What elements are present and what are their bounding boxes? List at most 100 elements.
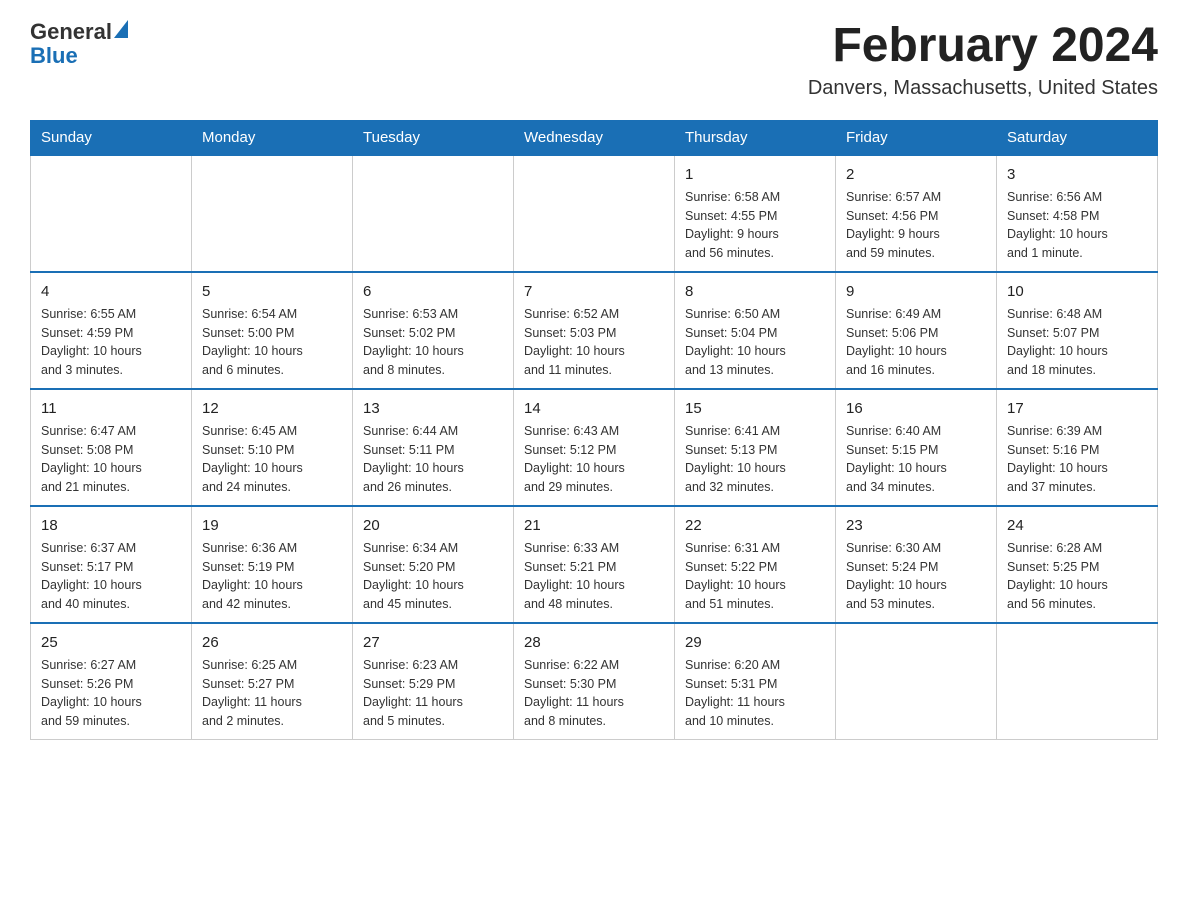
calendar-cell xyxy=(514,155,675,272)
calendar-cell: 3 Sunrise: 6:56 AM Sunset: 4:58 PM Daylig… xyxy=(997,155,1158,272)
calendar-cell: 16Sunrise: 6:40 AM Sunset: 5:15 PM Dayli… xyxy=(836,389,997,506)
day-number: 15 xyxy=(685,398,825,419)
day-info: Sunrise: 6:23 AM Sunset: 5:29 PM Dayligh… xyxy=(363,656,503,731)
calendar-title: February 2024 xyxy=(808,20,1158,73)
day-info: Sunrise: 6:48 AM Sunset: 5:07 PM Dayligh… xyxy=(1007,305,1147,380)
day-info: Sunrise: 6:56 AM Sunset: 4:58 PM Dayligh… xyxy=(1007,188,1147,263)
calendar-table: SundayMondayTuesdayWednesdayThursdayFrid… xyxy=(30,120,1158,740)
day-info: Sunrise: 6:25 AM Sunset: 5:27 PM Dayligh… xyxy=(202,656,342,731)
calendar-cell: 20 Sunrise: 6:34 AM Sunset: 5:20 PM Dayli… xyxy=(353,506,514,623)
day-number: 6 xyxy=(363,281,503,302)
day-info: Sunrise: 6:41 AM Sunset: 5:13 PM Dayligh… xyxy=(685,422,825,497)
calendar-cell: 28 Sunrise: 6:22 AM Sunset: 5:30 PM Dayli… xyxy=(514,623,675,740)
day-number: 27 xyxy=(363,632,503,653)
day-number: 13 xyxy=(363,398,503,419)
calendar-cell: 12 Sunrise: 6:45 AM Sunset: 5:10 PM Dayli… xyxy=(192,389,353,506)
calendar-cell: 29 Sunrise: 6:20 AM Sunset: 5:31 PM Dayli… xyxy=(675,623,836,740)
day-info: Sunrise: 6:30 AM Sunset: 5:24 PM Dayligh… xyxy=(846,539,986,614)
logo-general: General xyxy=(30,20,112,44)
logo: General Blue xyxy=(30,20,128,68)
day-info: Sunrise: 6:54 AM Sunset: 5:00 PM Dayligh… xyxy=(202,305,342,380)
day-number: 1 xyxy=(685,164,825,185)
calendar-cell: 13 Sunrise: 6:44 AM Sunset: 5:11 PM Dayli… xyxy=(353,389,514,506)
calendar-cell: 8Sunrise: 6:50 AM Sunset: 5:04 PM Daylig… xyxy=(675,272,836,389)
calendar-cell: 7Sunrise: 6:52 AM Sunset: 5:03 PM Daylig… xyxy=(514,272,675,389)
day-info: Sunrise: 6:22 AM Sunset: 5:30 PM Dayligh… xyxy=(524,656,664,731)
calendar-cell: 21 Sunrise: 6:33 AM Sunset: 5:21 PM Dayli… xyxy=(514,506,675,623)
day-info: Sunrise: 6:33 AM Sunset: 5:21 PM Dayligh… xyxy=(524,539,664,614)
day-info: Sunrise: 6:58 AM Sunset: 4:55 PM Dayligh… xyxy=(685,188,825,263)
calendar-cell: 25Sunrise: 6:27 AM Sunset: 5:26 PM Dayli… xyxy=(31,623,192,740)
day-info: Sunrise: 6:55 AM Sunset: 4:59 PM Dayligh… xyxy=(41,305,181,380)
calendar-cell xyxy=(836,623,997,740)
calendar-cell: 5Sunrise: 6:54 AM Sunset: 5:00 PM Daylig… xyxy=(192,272,353,389)
calendar-cell: 24 Sunrise: 6:28 AM Sunset: 5:25 PM Dayli… xyxy=(997,506,1158,623)
day-info: Sunrise: 6:53 AM Sunset: 5:02 PM Dayligh… xyxy=(363,305,503,380)
day-info: Sunrise: 6:27 AM Sunset: 5:26 PM Dayligh… xyxy=(41,656,181,731)
day-info: Sunrise: 6:39 AM Sunset: 5:16 PM Dayligh… xyxy=(1007,422,1147,497)
day-info: Sunrise: 6:34 AM Sunset: 5:20 PM Dayligh… xyxy=(363,539,503,614)
calendar-cell xyxy=(997,623,1158,740)
weekday-header-saturday: Saturday xyxy=(997,120,1158,155)
week-row-5: 25Sunrise: 6:27 AM Sunset: 5:26 PM Dayli… xyxy=(31,623,1158,740)
day-info: Sunrise: 6:28 AM Sunset: 5:25 PM Dayligh… xyxy=(1007,539,1147,614)
day-number: 26 xyxy=(202,632,342,653)
weekday-header-thursday: Thursday xyxy=(675,120,836,155)
calendar-cell: 19 Sunrise: 6:36 AM Sunset: 5:19 PM Dayli… xyxy=(192,506,353,623)
week-row-2: 4 Sunrise: 6:55 AM Sunset: 4:59 PM Daylig… xyxy=(31,272,1158,389)
weekday-header-row: SundayMondayTuesdayWednesdayThursdayFrid… xyxy=(31,120,1158,155)
calendar-cell: 2 Sunrise: 6:57 AM Sunset: 4:56 PM Daylig… xyxy=(836,155,997,272)
calendar-cell: 1 Sunrise: 6:58 AM Sunset: 4:55 PM Daylig… xyxy=(675,155,836,272)
calendar-cell: 18 Sunrise: 6:37 AM Sunset: 5:17 PM Dayli… xyxy=(31,506,192,623)
calendar-cell: 22 Sunrise: 6:31 AM Sunset: 5:22 PM Dayli… xyxy=(675,506,836,623)
day-number: 19 xyxy=(202,515,342,536)
calendar-cell: 9Sunrise: 6:49 AM Sunset: 5:06 PM Daylig… xyxy=(836,272,997,389)
day-number: 18 xyxy=(41,515,181,536)
day-number: 4 xyxy=(41,281,181,302)
day-number: 22 xyxy=(685,515,825,536)
day-number: 11 xyxy=(41,398,181,419)
day-number: 14 xyxy=(524,398,664,419)
calendar-cell: 26 Sunrise: 6:25 AM Sunset: 5:27 PM Dayli… xyxy=(192,623,353,740)
calendar-cell: 17 Sunrise: 6:39 AM Sunset: 5:16 PM Dayli… xyxy=(997,389,1158,506)
day-number: 2 xyxy=(846,164,986,185)
calendar-cell: 11 Sunrise: 6:47 AM Sunset: 5:08 PM Dayli… xyxy=(31,389,192,506)
day-number: 3 xyxy=(1007,164,1147,185)
day-info: Sunrise: 6:44 AM Sunset: 5:11 PM Dayligh… xyxy=(363,422,503,497)
weekday-header-friday: Friday xyxy=(836,120,997,155)
day-info: Sunrise: 6:36 AM Sunset: 5:19 PM Dayligh… xyxy=(202,539,342,614)
calendar-cell xyxy=(31,155,192,272)
calendar-cell: 23 Sunrise: 6:30 AM Sunset: 5:24 PM Dayli… xyxy=(836,506,997,623)
day-info: Sunrise: 6:31 AM Sunset: 5:22 PM Dayligh… xyxy=(685,539,825,614)
weekday-header-sunday: Sunday xyxy=(31,120,192,155)
day-number: 8 xyxy=(685,281,825,302)
day-number: 29 xyxy=(685,632,825,653)
calendar-cell: 14 Sunrise: 6:43 AM Sunset: 5:12 PM Dayli… xyxy=(514,389,675,506)
calendar-cell: 4 Sunrise: 6:55 AM Sunset: 4:59 PM Daylig… xyxy=(31,272,192,389)
day-number: 20 xyxy=(363,515,503,536)
day-info: Sunrise: 6:47 AM Sunset: 5:08 PM Dayligh… xyxy=(41,422,181,497)
day-number: 28 xyxy=(524,632,664,653)
day-number: 17 xyxy=(1007,398,1147,419)
day-info: Sunrise: 6:20 AM Sunset: 5:31 PM Dayligh… xyxy=(685,656,825,731)
day-number: 9 xyxy=(846,281,986,302)
calendar-cell: 15 Sunrise: 6:41 AM Sunset: 5:13 PM Dayli… xyxy=(675,389,836,506)
day-number: 23 xyxy=(846,515,986,536)
day-number: 21 xyxy=(524,515,664,536)
day-info: Sunrise: 6:37 AM Sunset: 5:17 PM Dayligh… xyxy=(41,539,181,614)
day-info: Sunrise: 6:40 AM Sunset: 5:15 PM Dayligh… xyxy=(846,422,986,497)
day-info: Sunrise: 6:43 AM Sunset: 5:12 PM Dayligh… xyxy=(524,422,664,497)
day-info: Sunrise: 6:57 AM Sunset: 4:56 PM Dayligh… xyxy=(846,188,986,263)
day-info: Sunrise: 6:45 AM Sunset: 5:10 PM Dayligh… xyxy=(202,422,342,497)
day-number: 24 xyxy=(1007,515,1147,536)
logo-blue: Blue xyxy=(30,43,78,68)
week-row-1: 1 Sunrise: 6:58 AM Sunset: 4:55 PM Daylig… xyxy=(31,155,1158,272)
week-row-4: 18 Sunrise: 6:37 AM Sunset: 5:17 PM Dayli… xyxy=(31,506,1158,623)
weekday-header-wednesday: Wednesday xyxy=(514,120,675,155)
calendar-cell xyxy=(192,155,353,272)
day-number: 10 xyxy=(1007,281,1147,302)
calendar-cell: 27 Sunrise: 6:23 AM Sunset: 5:29 PM Dayli… xyxy=(353,623,514,740)
day-number: 12 xyxy=(202,398,342,419)
weekday-header-monday: Monday xyxy=(192,120,353,155)
title-block: February 2024 Danvers, Massachusetts, Un… xyxy=(808,20,1158,100)
